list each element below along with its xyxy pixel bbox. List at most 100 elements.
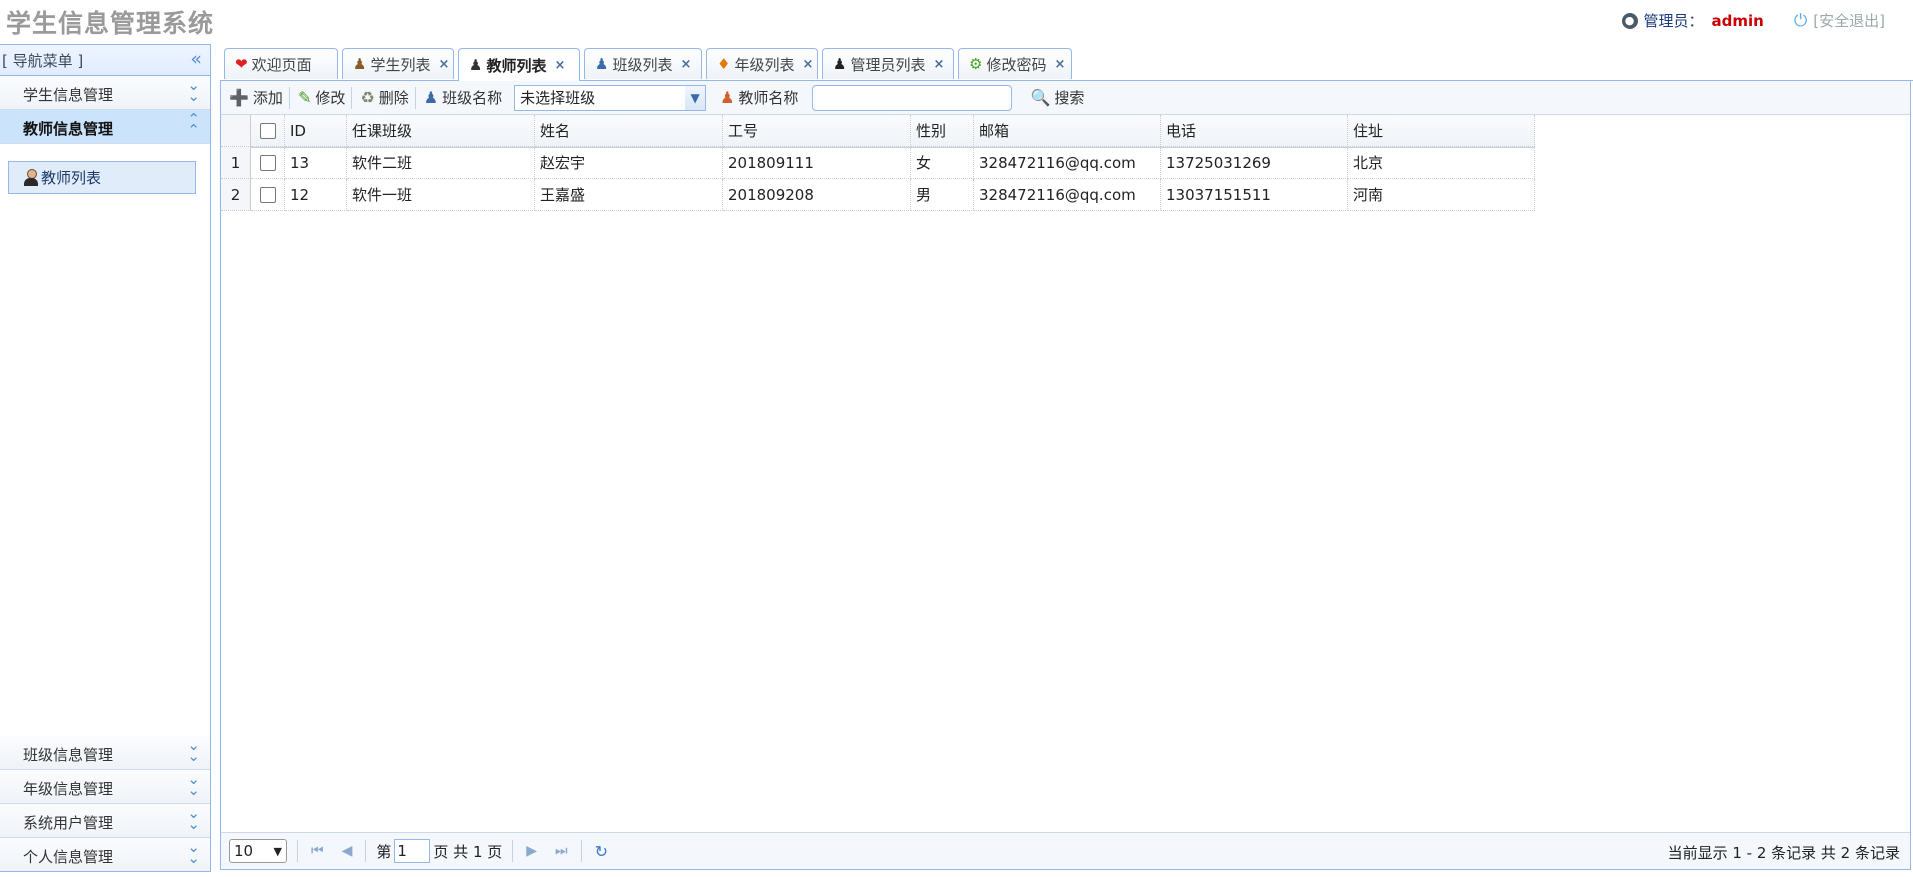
last-page-icon[interactable]: ⏭ [555, 843, 568, 859]
sidebar: [ 导航菜单 ] « 学生信息管理 ⌄ ⌄ 教师信息管理 ⌃ ⌃ 教师列表 班级信息… [0, 44, 211, 872]
collapse-sidebar-icon[interactable]: « [190, 48, 202, 70]
tab-student-list[interactable]: ♟ 学生列表 × [342, 48, 454, 79]
chevron-down-icon: ▼ [273, 844, 282, 858]
sidebar-group-body: 教师列表 [0, 144, 210, 704]
cell-phone: 13725031269 [1161, 147, 1348, 179]
sidebar-group-grade[interactable]: 年级信息管理 ⌄ ⌄ [0, 770, 210, 804]
expand-icon: ⌄ ⌄ [187, 736, 200, 765]
row-number: 1 [221, 147, 251, 179]
collapse-icon: ⌃ ⌃ [187, 110, 200, 139]
row-number-header [221, 115, 251, 147]
select-all-checkbox[interactable] [259, 122, 276, 139]
heart-icon: ❤ [235, 55, 248, 73]
app-title: 学生信息管理系统 [6, 9, 215, 38]
column-header[interactable]: 任课班级 [347, 115, 535, 147]
tab-label: 班级列表 [612, 55, 673, 74]
tab-class-list[interactable]: ♟ 班级列表 × [584, 48, 702, 79]
close-icon[interactable]: × [933, 57, 944, 72]
sidebar-group-label: 学生信息管理 [23, 86, 114, 104]
sidebar-group-class[interactable]: 班级信息管理 ⌄ ⌄ [0, 736, 210, 770]
edit-button[interactable]: ✎ 修改 [290, 84, 351, 112]
row-checkbox[interactable] [259, 186, 276, 203]
close-icon[interactable]: × [554, 58, 565, 73]
table-row[interactable]: 2 12 软件一班 王嘉盛 201809208 男 328472116@qq.c… [221, 179, 1535, 211]
sidebar-item-teacher-list[interactable]: 教师列表 [8, 161, 196, 194]
sidebar-group-label: 班级信息管理 [23, 746, 114, 764]
logout-link[interactable]: [安全退出] [1813, 10, 1885, 31]
page-size-select[interactable]: 10 ▼ [229, 839, 287, 863]
admin-area: ● 管理员： admin ⏻ [安全退出] [1621, 10, 1885, 31]
sidebar-group-student[interactable]: 学生信息管理 ⌄ ⌄ [0, 76, 210, 110]
tab-admin-list[interactable]: ♟ 管理员列表 × [822, 48, 954, 79]
power-icon[interactable]: ⏻ [1794, 11, 1807, 31]
page-number-input[interactable]: 1 [394, 839, 431, 863]
search-icon: 🔍 [1030, 88, 1051, 107]
tab-teacher-list[interactable]: ♟ 教师列表 × [458, 48, 580, 81]
close-icon[interactable]: × [438, 57, 449, 72]
tab-label: 学生列表 [370, 55, 431, 74]
column-header[interactable]: 姓名 [535, 115, 723, 147]
cell-email: 328472116@qq.com [974, 147, 1161, 179]
user-icon: ● [1621, 12, 1638, 29]
row-checkbox[interactable] [259, 154, 276, 171]
sidebar-group-personal[interactable]: 个人信息管理 ⌄ ⌄ [0, 838, 210, 871]
main-area: ❤ 欢迎页面 ♟ 学生列表 × ♟ 教师列表 × ♟ 班级列表 × ♦ 年级列表… [220, 44, 1913, 870]
sidebar-group-label: 系统用户管理 [23, 814, 114, 832]
column-header[interactable]: 邮箱 [974, 115, 1161, 147]
table-row[interactable]: 1 13 软件二班 赵宏宇 201809111 女 328472116@qq.c… [221, 147, 1535, 179]
tab-change-password[interactable]: ⚙ 修改密码 × [958, 48, 1072, 79]
teacher-icon: ♟ [469, 56, 483, 74]
page-suffix: 页 共 1 页 [433, 842, 503, 861]
cell-email: 328472116@qq.com [974, 179, 1161, 211]
cell-class: 软件二班 [347, 147, 535, 179]
teacher-label: 教师名称 [738, 89, 799, 107]
next-page-icon[interactable]: ▶ [526, 843, 537, 859]
cell-gender: 男 [911, 179, 974, 211]
column-header[interactable]: 工号 [723, 115, 911, 147]
column-header[interactable]: 电话 [1161, 115, 1348, 147]
trash-icon: ♻ [360, 88, 375, 107]
tab-grade-list[interactable]: ♦ 年级列表 × [706, 48, 818, 79]
sidebar-bottom-groups: 班级信息管理 ⌄ ⌄ 年级信息管理 ⌄ ⌄ 系统用户管理 ⌄ ⌄ 个人信息管理 ⌄ ⌄ [0, 736, 210, 871]
prev-page-icon[interactable]: ◀ [342, 843, 353, 859]
cell-name: 赵宏宇 [535, 147, 723, 179]
sidebar-group-label: 教师信息管理 [23, 120, 114, 138]
pager-separator [512, 840, 514, 862]
delete-button[interactable]: ♻ 删除 [352, 84, 414, 112]
chevron-down-icon[interactable]: ▼ [685, 85, 706, 110]
tab-label: 管理员列表 [850, 55, 926, 74]
page-prefix: 第 [376, 842, 392, 861]
cell-staff-number: 201809208 [723, 179, 911, 211]
sidebar-group-system-user[interactable]: 系统用户管理 ⌄ ⌄ [0, 804, 210, 838]
teacher-name-input[interactable] [812, 84, 1013, 111]
close-icon[interactable]: × [680, 57, 691, 72]
teacher-icon: ♟ [720, 88, 735, 107]
tab-label: 教师列表 [486, 56, 547, 75]
gear-icon: ⚙ [969, 55, 983, 73]
expand-icon: ⌄ ⌄ [187, 770, 200, 799]
delete-label: 删除 [378, 89, 409, 107]
close-icon[interactable]: × [802, 57, 813, 72]
sidebar-group-teacher[interactable]: 教师信息管理 ⌃ ⌃ [0, 110, 210, 144]
pencil-icon: ✎ [297, 88, 312, 107]
add-button[interactable]: ➕ 添加 [221, 84, 289, 112]
sidebar-title: [ 导航菜单 ] [2, 52, 84, 70]
class-filter-label: ♟ 班级名称 [416, 84, 508, 112]
column-header[interactable]: 住址 [1348, 115, 1535, 147]
teacher-icon [23, 168, 39, 187]
column-header[interactable]: ID [285, 115, 347, 147]
search-button[interactable]: 🔍 搜索 [1022, 84, 1090, 112]
refresh-icon[interactable]: ↻ [595, 842, 608, 861]
row-checkbox-cell [251, 179, 285, 211]
expand-icon: ⌄ ⌄ [187, 76, 200, 105]
first-page-icon[interactable]: ⏮ [311, 843, 324, 859]
column-header[interactable]: 性别 [911, 115, 974, 147]
class-select[interactable]: 未选择班级 ▼ [514, 84, 707, 111]
class-select-value: 未选择班级 [520, 89, 596, 107]
tab-welcome[interactable]: ❤ 欢迎页面 [224, 48, 338, 79]
cell-staff-number: 201809111 [723, 147, 911, 179]
pager-separator [297, 840, 298, 862]
close-icon[interactable]: × [1054, 57, 1065, 72]
cell-address: 河南 [1348, 179, 1535, 211]
class-icon: ♟ [423, 88, 439, 107]
